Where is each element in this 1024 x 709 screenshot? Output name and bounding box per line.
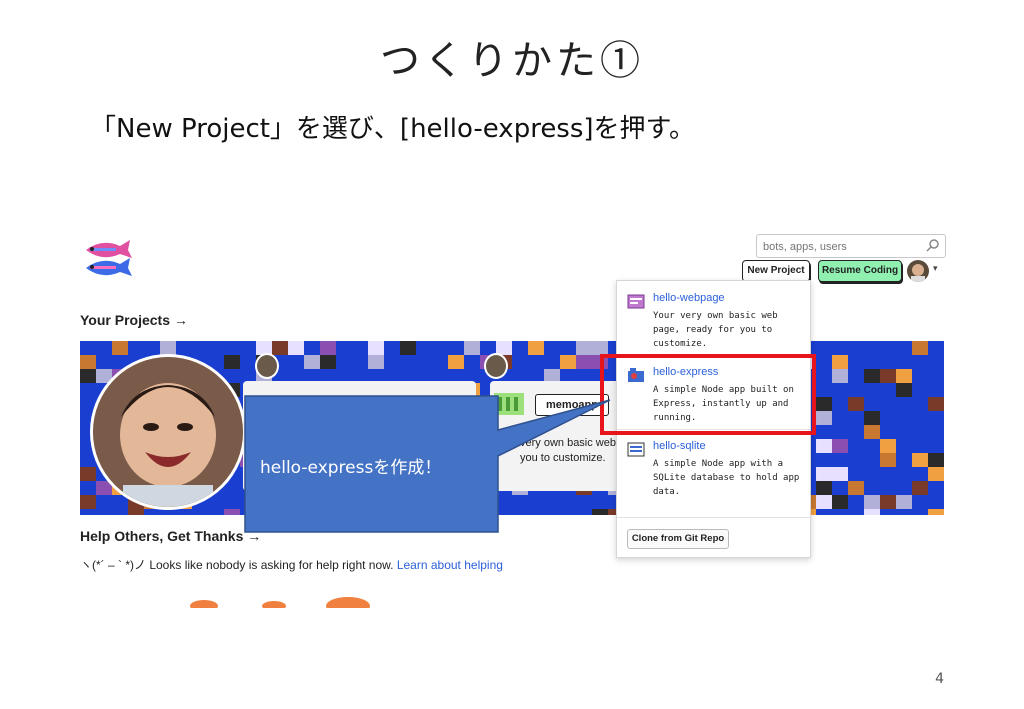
user-avatar[interactable] [907,260,929,282]
card-avatar [484,353,508,379]
banner-pixel [816,481,832,495]
banner-pixel [832,439,848,453]
banner-pixel [576,355,592,369]
banner-pixel [896,383,912,397]
learn-about-helping-link[interactable]: Learn about helping [397,558,503,572]
banner-pixel [160,341,176,355]
baby-photo-icon [93,357,243,507]
menu-divider [617,517,810,518]
banner-pixel [896,495,912,509]
banner-pixel [832,495,848,509]
banner-pixel [816,411,832,425]
banner-pixel [400,341,416,355]
banner-pixel [320,341,336,355]
page-number: 4 [935,671,944,687]
help-message: ヽ(*´ – ` *)ノ Looks like nobody is asking… [80,556,503,573]
banner-pixel [816,495,832,509]
banner-pixel [576,341,592,355]
banner-pixel [304,355,320,369]
banner-pixel [288,341,304,355]
chevron-down-icon[interactable]: ▾ [933,264,938,274]
banner-pixel [368,355,384,369]
resume-coding-button[interactable]: Resume Coding [818,260,902,282]
banner-pixel [560,355,576,369]
banner-pixel [864,411,880,425]
clone-from-git-repo-button[interactable]: Clone from Git Repo [627,529,729,549]
banner-pixel [928,467,944,481]
decorative-shapes [190,597,370,608]
banner-pixel [864,509,880,515]
banner-pixel [896,369,912,383]
banner-pixel [880,439,896,453]
banner-pixel [928,453,944,467]
avatar-face-icon [911,264,925,282]
banner-pixel [80,495,96,509]
card-avatar [255,353,279,379]
help-others-heading[interactable]: Help Others, Get Thanks → [80,528,261,544]
menu-item-description: A simple Node app with a SQLite database… [653,459,800,497]
banner-pixel [928,397,944,411]
search-input[interactable] [757,237,923,257]
banner-pixel [368,341,384,355]
banner-pixel [864,369,880,383]
banner-pixel [832,355,848,369]
banner-pixel [592,341,608,355]
banner-pixel [880,453,896,467]
banner-pixel [80,467,96,481]
menu-item-description: Your very own basic web page, ready for … [653,311,778,349]
banner-pixel [928,509,944,515]
slide-instruction: 「New Project」を選び、[hello-express]を押す。 [90,114,695,144]
banner-pixel [912,341,928,355]
banner-pixel [224,355,240,369]
menu-item-title[interactable]: hello-webpage [653,292,725,304]
banner-pixel [912,453,928,467]
banner-pixel [112,341,128,355]
help-message-text: ヽ(*´ – ` *)ノ Looks like nobody is asking… [80,558,394,572]
menu-item-hello-webpage[interactable]: hello-webpage Your very own basic web pa… [617,289,810,355]
your-projects-heading[interactable]: Your Projects → [80,312,188,328]
banner-pixel [816,439,832,453]
banner-pixel [848,397,864,411]
banner-pixel [880,369,896,383]
banner-pixel [320,355,336,369]
banner-pixel [832,369,848,383]
new-project-button[interactable]: New Project [742,260,810,282]
search-icon[interactable] [926,238,940,252]
banner-pixel [816,397,832,411]
profile-photo [90,354,246,510]
webpage-icon [627,294,645,309]
banner-pixel [128,509,144,515]
banner-pixel [832,467,848,481]
banner-pixel [528,341,544,355]
menu-item-hello-sqlite[interactable]: hello-sqlite A simple Node app with a SQ… [617,437,810,503]
banner-pixel [912,481,928,495]
glitch-fish-logo-icon [86,240,132,276]
banner-pixel [816,467,832,481]
callout-text: hello-expressを作成！ [260,458,442,478]
banner-pixel [272,341,288,355]
highlight-box [600,354,816,435]
banner-pixel [80,355,96,369]
slide-title: つくりかた① [380,38,644,84]
banner-pixel [864,425,880,439]
banner-pixel [224,509,240,515]
banner-pixel [448,355,464,369]
banner-pixel [848,481,864,495]
banner-pixel [80,369,96,383]
search-box[interactable] [756,234,946,258]
sqlite-icon [627,442,645,457]
menu-item-title[interactable]: hello-sqlite [653,440,706,452]
banner-pixel [880,495,896,509]
banner-pixel [464,341,480,355]
banner-pixel [864,495,880,509]
